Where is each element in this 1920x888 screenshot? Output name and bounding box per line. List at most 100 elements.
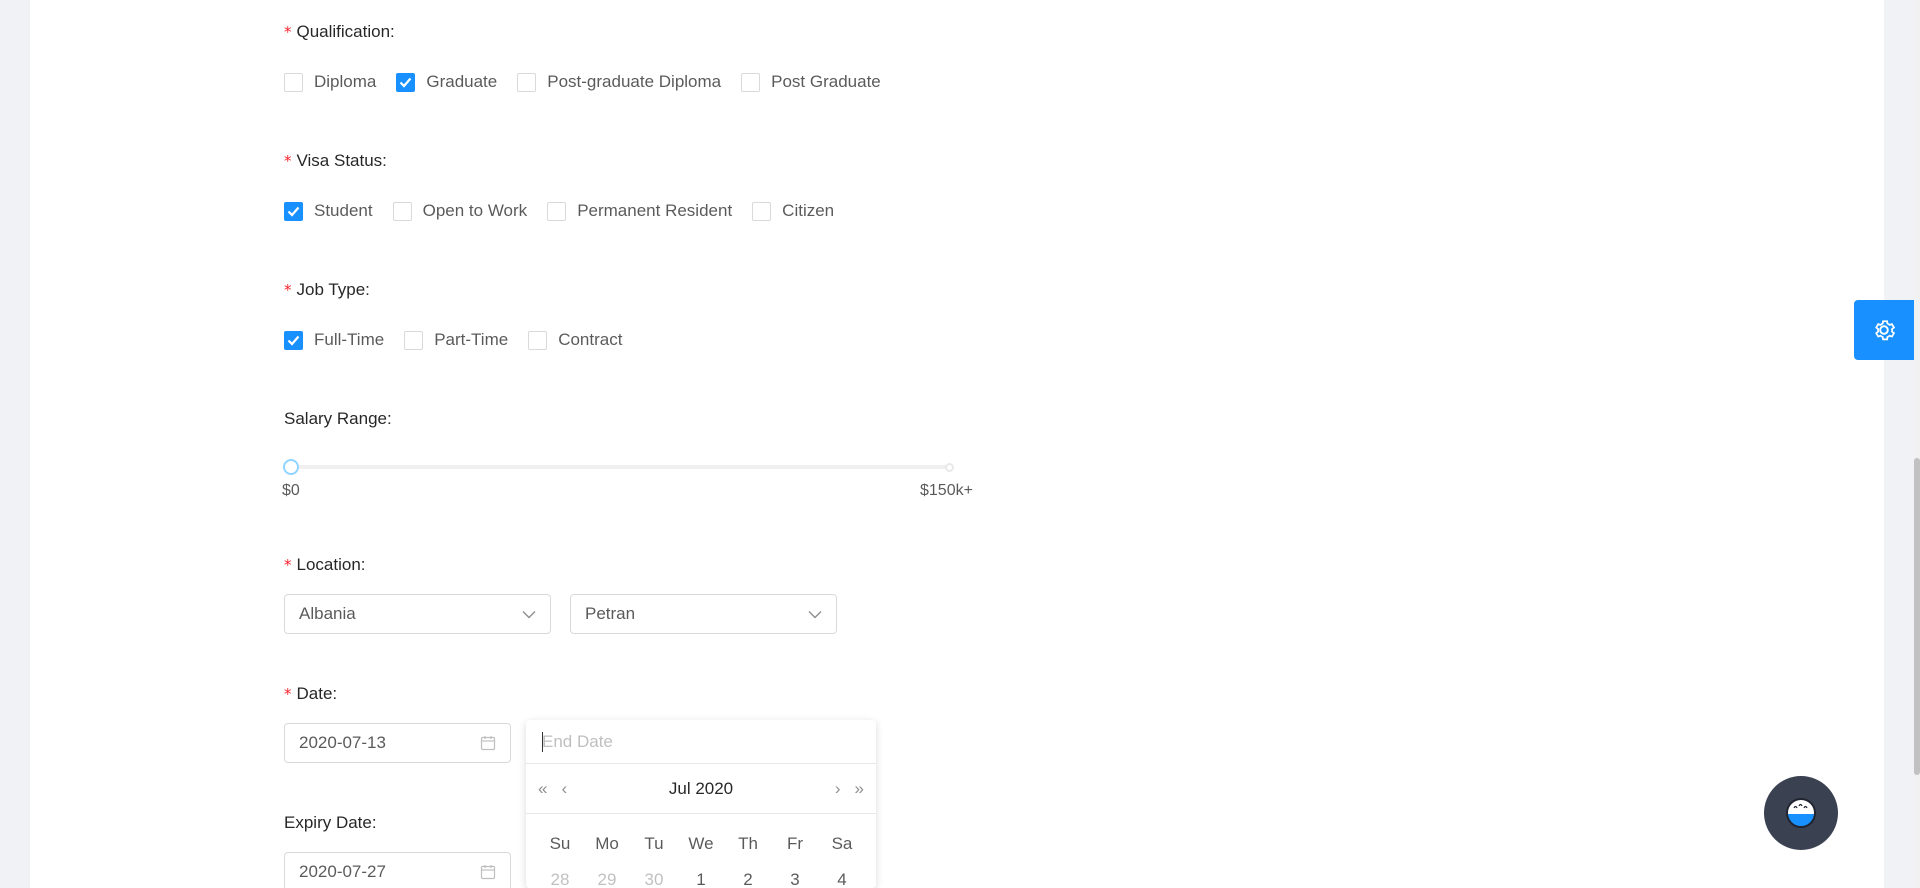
end-date-calendar-popup: End Date « ‹ Jul 2020 › » Su Mo Tu We Th…	[526, 720, 876, 888]
required-marker: *	[284, 281, 292, 299]
checkbox[interactable]	[528, 330, 548, 350]
required-marker: *	[284, 685, 292, 703]
qualification-option-post-graduate[interactable]: Post Graduate	[741, 72, 881, 92]
checkbox[interactable]	[404, 330, 424, 350]
checkbox[interactable]	[284, 72, 303, 92]
expiry-date-label: Expiry Date:	[284, 813, 377, 832]
calendar-day[interactable]: 29	[591, 870, 623, 888]
floating-assistant-button[interactable]	[1764, 776, 1838, 850]
expiry-date-value: 2020-07-27	[299, 862, 386, 881]
job-type-option-part-time[interactable]: Part-Time	[404, 330, 508, 350]
checkbox-label: Part-Time	[434, 330, 509, 349]
job-type-options: Full-Time Part-Time Contract	[284, 328, 642, 352]
prev-year-button[interactable]: «	[538, 779, 547, 799]
calendar-day[interactable]: 1	[685, 870, 717, 888]
visa-option-permanent-resident[interactable]: Permanent Resident	[547, 201, 732, 221]
qualification-label: * Qualification:	[284, 22, 395, 41]
salary-slider-handle[interactable]	[283, 459, 299, 475]
checkbox-label: Graduate	[426, 72, 498, 91]
calendar-day[interactable]: 28	[544, 870, 576, 888]
city-select[interactable]: Petran	[570, 594, 837, 634]
qualification-option-post-graduate-diploma[interactable]: Post-graduate Diploma	[517, 72, 721, 92]
qualification-option-diploma[interactable]: Diploma	[284, 72, 376, 92]
qualification-options: Diploma Graduate Post-graduate Diploma P…	[284, 70, 901, 94]
check-icon	[287, 335, 300, 346]
checkbox-label: Contract	[558, 330, 623, 349]
calendar-icon	[480, 736, 496, 751]
weekday-label: Sa	[831, 834, 853, 853]
weekday-label: Su	[549, 834, 571, 853]
visa-option-open-to-work[interactable]: Open to Work	[392, 201, 528, 221]
check-icon	[400, 77, 412, 88]
salary-slider-rail[interactable]	[291, 465, 950, 469]
chevron-down-icon	[522, 610, 536, 618]
required-marker: *	[284, 23, 292, 41]
calendar-day[interactable]: 2	[732, 870, 764, 888]
check-icon	[287, 206, 300, 217]
salary-min-label: $0	[282, 482, 300, 499]
next-year-button[interactable]: »	[855, 779, 864, 799]
country-select-value: Albania	[299, 604, 356, 623]
salary-max-label: $150k+	[920, 482, 973, 499]
job-type-option-contract[interactable]: Contract	[528, 330, 622, 350]
chat-bot-icon	[1786, 798, 1816, 828]
checkbox-label: Post Graduate	[771, 72, 881, 91]
required-marker: *	[284, 152, 292, 170]
next-month-button[interactable]: ›	[835, 779, 841, 799]
calendar-day[interactable]: 4	[826, 870, 858, 888]
checkbox[interactable]	[752, 201, 772, 221]
visa-status-options: Student Open to Work Permanent Resident …	[284, 199, 854, 223]
start-date-value: 2020-07-13	[299, 733, 386, 752]
calendar-next-nav: › »	[835, 779, 864, 799]
end-date-input[interactable]: End Date	[526, 720, 876, 764]
calendar-day[interactable]: 30	[638, 870, 670, 888]
job-type-option-full-time[interactable]: Full-Time	[284, 330, 384, 350]
salary-range-label: Salary Range:	[284, 409, 392, 428]
checkbox-label: Full-Time	[314, 330, 385, 349]
calendar-month-title[interactable]: Jul 2020	[669, 779, 733, 799]
weekday-label: Tu	[644, 834, 664, 853]
calendar-day[interactable]: 3	[779, 870, 811, 888]
calendar-days-row: 28 29 30 1 2 3 4	[526, 870, 876, 888]
checkbox[interactable]	[392, 201, 412, 221]
end-date-placeholder: End Date	[542, 731, 613, 751]
start-date-picker[interactable]: 2020-07-13	[284, 723, 511, 763]
checkbox[interactable]	[396, 72, 416, 92]
visa-option-student[interactable]: Student	[284, 201, 373, 221]
page-scrollbar-thumb[interactable]	[1914, 458, 1920, 775]
checkbox[interactable]	[547, 201, 567, 221]
settings-drawer-button[interactable]	[1854, 300, 1914, 360]
qualification-option-graduate[interactable]: Graduate	[396, 72, 497, 92]
checkbox-label: Student	[314, 201, 373, 220]
visa-option-citizen[interactable]: Citizen	[752, 201, 834, 221]
weekday-label: Fr	[786, 834, 804, 853]
location-label: * Location:	[284, 555, 366, 574]
checkbox-label: Open to Work	[422, 201, 528, 220]
checkbox[interactable]	[284, 330, 303, 350]
text-caret	[542, 732, 543, 752]
chevron-down-icon	[808, 610, 822, 618]
job-type-label: * Job Type:	[284, 280, 370, 299]
expiry-date-picker[interactable]: 2020-07-27	[284, 852, 511, 888]
checkbox[interactable]	[517, 72, 537, 92]
checkbox-label: Permanent Resident	[577, 201, 733, 220]
checkbox-label: Diploma	[314, 72, 377, 91]
weekday-label: We	[688, 834, 714, 853]
checkbox-label: Post-graduate Diploma	[547, 72, 722, 91]
prev-month-button[interactable]: ‹	[561, 779, 567, 799]
calendar-header: « ‹ Jul 2020 › »	[526, 764, 876, 814]
weekday-label: Mo	[595, 834, 619, 853]
date-label: * Date:	[284, 684, 338, 703]
checkbox[interactable]	[284, 201, 303, 221]
city-select-value: Petran	[585, 604, 636, 623]
required-marker: *	[284, 556, 292, 574]
salary-slider-max-dot	[945, 463, 954, 472]
visa-status-label: * Visa Status:	[284, 151, 387, 170]
gear-icon	[1875, 320, 1896, 341]
weekday-label: Th	[738, 834, 758, 853]
checkbox-label: Citizen	[782, 201, 835, 220]
country-select[interactable]: Albania	[284, 594, 551, 634]
calendar-weekdays: Su Mo Tu We Th Fr Sa	[526, 834, 876, 854]
calendar-icon	[480, 865, 496, 880]
checkbox[interactable]	[741, 72, 761, 92]
